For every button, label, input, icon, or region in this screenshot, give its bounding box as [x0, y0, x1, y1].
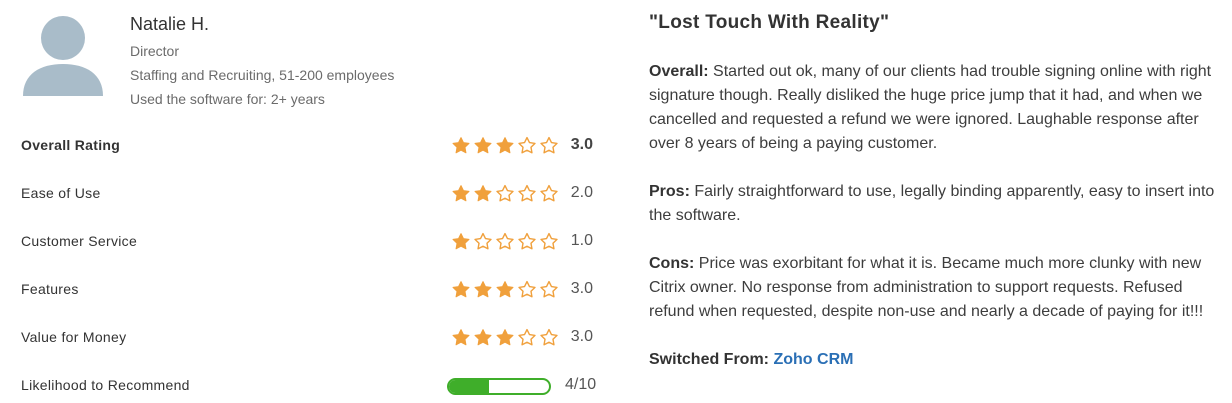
switched-label: Switched From:	[649, 351, 770, 368]
rating-label: Overall Rating	[21, 137, 121, 153]
rating-value: 3.0	[570, 280, 593, 297]
rating-row-customer-service: Customer Service 1.0	[21, 219, 593, 267]
rating-value: 3.0	[570, 136, 593, 153]
star-filled-icon	[474, 137, 492, 154]
review-overall: Overall: Started out ok, many of our cli…	[649, 60, 1224, 156]
reviewer-company: Staffing and Recruiting, 51-200 employee…	[130, 67, 395, 83]
rating-value: 3.0	[570, 328, 593, 345]
rating-row-ease-of-use: Ease of Use 2.0	[21, 171, 593, 219]
rating-row-value-for-money: Value for Money 3.0	[21, 315, 593, 363]
rating-label: Features	[21, 281, 79, 297]
overall-label: Overall:	[649, 63, 709, 80]
rating-label: Ease of Use	[21, 185, 101, 201]
recommend-progress-bar	[447, 378, 551, 395]
review-switched-from: Switched From: Zoho CRM	[649, 348, 1224, 372]
star-filled-icon	[452, 281, 470, 298]
star-empty-icon	[518, 232, 536, 250]
recommend-progress-fill	[449, 380, 489, 393]
reviewer-name: Natalie H.	[130, 14, 210, 34]
star-filled-icon	[474, 329, 492, 346]
rating-label: Likelihood to Recommend	[21, 377, 190, 393]
star-empty-icon	[518, 136, 536, 154]
star-empty-icon	[540, 280, 558, 298]
star-rating	[451, 280, 559, 300]
rating-label: Customer Service	[21, 233, 138, 249]
cons-text: Price was exorbitant for what it is. Bec…	[649, 255, 1204, 320]
review-cons: Cons: Price was exorbitant for what it i…	[649, 252, 1224, 324]
star-rating	[451, 232, 559, 252]
star-empty-icon	[540, 136, 558, 154]
overall-text: Started out ok, many of our clients had …	[649, 63, 1212, 152]
rating-row-features: Features 3.0	[21, 267, 593, 315]
switched-product-link[interactable]: Zoho CRM	[773, 351, 853, 368]
pros-label: Pros:	[649, 183, 690, 200]
rating-row-overall: Overall Rating 3.0	[21, 123, 593, 171]
star-filled-icon	[496, 137, 514, 154]
star-empty-icon	[518, 184, 536, 202]
star-empty-icon	[496, 184, 514, 202]
rating-value: 4/10	[565, 376, 597, 393]
star-empty-icon	[518, 328, 536, 346]
star-empty-icon	[540, 184, 558, 202]
star-empty-icon	[540, 328, 558, 346]
star-filled-icon	[496, 281, 514, 298]
star-filled-icon	[452, 233, 470, 250]
star-filled-icon	[496, 329, 514, 346]
star-filled-icon	[452, 329, 470, 346]
rating-value: 2.0	[570, 184, 593, 201]
star-empty-icon	[540, 232, 558, 250]
star-empty-icon	[496, 232, 514, 250]
pros-text: Fairly straightforward to use, legally b…	[649, 183, 1215, 224]
review-title: "Lost Touch With Reality"	[649, 12, 890, 33]
cons-label: Cons:	[649, 255, 695, 272]
star-filled-icon	[474, 185, 492, 202]
reviewer-usage: Used the software for: 2+ years	[130, 91, 325, 107]
star-filled-icon	[474, 281, 492, 298]
star-rating	[451, 136, 559, 156]
star-rating	[451, 328, 559, 348]
user-avatar-icon	[23, 16, 103, 96]
star-empty-icon	[474, 232, 492, 250]
review-pros: Pros: Fairly straightforward to use, leg…	[649, 180, 1224, 228]
star-empty-icon	[518, 280, 536, 298]
rating-label: Value for Money	[21, 329, 127, 345]
rating-value: 1.0	[570, 232, 593, 249]
rating-row-recommend: Likelihood to Recommend 4/10	[21, 363, 597, 403]
reviewer-title: Director	[130, 43, 180, 59]
reviewer-info: Natalie H. Director Staffing and Recruit…	[130, 12, 550, 111]
star-rating	[451, 184, 559, 204]
star-filled-icon	[452, 185, 470, 202]
review-content: "Lost Touch With Reality" Overall: Start…	[649, 10, 1224, 372]
star-filled-icon	[452, 137, 470, 154]
ratings-panel: Overall Rating 3.0 Ease of Use 2.0 Custo…	[21, 123, 597, 403]
